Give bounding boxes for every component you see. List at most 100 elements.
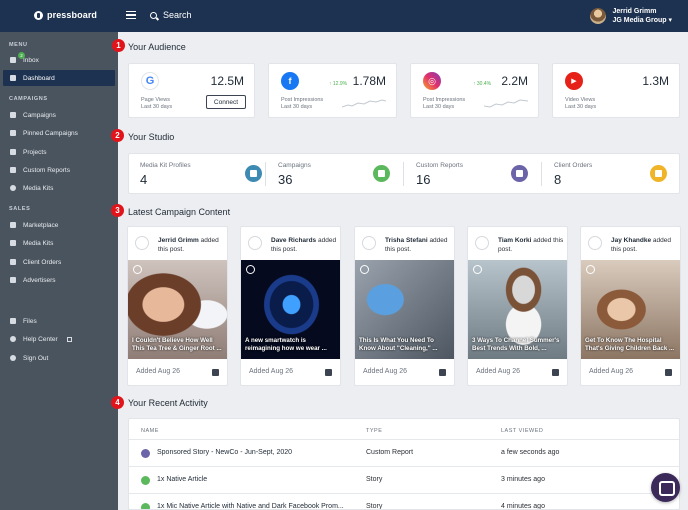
play-icon — [246, 265, 255, 274]
author-name: Jerrid Grimm — [158, 237, 199, 244]
added-date: Added Aug 26 — [249, 368, 293, 375]
step-marker-1: 1 — [112, 39, 125, 52]
step-marker-2: 2 — [111, 129, 124, 142]
post-headline: Get To Know The Hospital That's Giving C… — [585, 337, 675, 352]
activity-title: Your Recent Activity — [128, 398, 208, 408]
youtube-period: Last 30 days — [565, 104, 597, 110]
sidebar-item-label: Inbox — [23, 56, 39, 64]
cart-icon — [10, 259, 16, 265]
post-thumbnail[interactable]: A new smartwatch is reimagining how we w… — [241, 260, 340, 359]
column-header-name[interactable]: NAME — [141, 428, 159, 434]
sidebar-item-custom-reports[interactable]: Custom Reports — [3, 162, 115, 178]
row-type: Story — [366, 503, 383, 510]
content-card[interactable]: Jerrid Grimm added this post. I Couldn't… — [127, 226, 228, 386]
sidebar-item-media-kits-sales[interactable]: Media Kits — [3, 235, 115, 251]
sidebar-item-media-kits[interactable]: Media Kits — [3, 180, 115, 196]
content-card[interactable]: Jay Khandke added this post. Get To Know… — [580, 226, 681, 386]
play-icon — [473, 265, 482, 274]
studio-item-media-kit-profiles[interactable]: Media Kit Profiles 4 — [140, 154, 262, 194]
pressboard-logo[interactable]: pressboard — [34, 10, 97, 20]
sidebar-item-label: Advertisers — [23, 276, 56, 284]
briefcase-icon — [10, 277, 16, 283]
pressboard-logo-icon — [34, 10, 43, 20]
studio-item-client-orders[interactable]: Client Orders 8 — [554, 154, 674, 194]
select-circle[interactable] — [248, 236, 262, 250]
post-thumbnail[interactable]: This Is What You Need To Know About "Cle… — [355, 260, 454, 359]
row-name[interactable]: 1x Mic Native Article with Native and Da… — [157, 503, 344, 509]
row-name[interactable]: Sponsored Story - NewCo - Jun-Sept, 2020 — [157, 449, 292, 456]
sidebar-item-pinned-campaigns[interactable]: Pinned Campaigns — [3, 125, 115, 141]
search-button[interactable]: Search — [150, 10, 192, 20]
content-card[interactable]: Tiam Korki added this post. 3 Ways To Ch… — [467, 226, 568, 386]
profile-icon — [245, 165, 262, 182]
external-link-icon — [66, 336, 72, 342]
sidebar-item-label: Custom Reports — [23, 166, 70, 174]
sidebar-item-label: Marketplace — [23, 221, 59, 229]
sidebar-item-label: Help Center — [23, 335, 58, 343]
megaphone-icon — [10, 112, 16, 118]
select-circle[interactable] — [588, 236, 602, 250]
facebook-label: Post Impressions — [281, 97, 324, 103]
post-headline: 3 Ways To Channel Summer's Best Trends W… — [472, 337, 560, 352]
post-thumbnail[interactable]: 3 Ways To Channel Summer's Best Trends W… — [468, 260, 567, 359]
studio-label: Media Kit Profiles — [140, 162, 191, 169]
sidebar-item-campaigns[interactable]: Campaigns — [3, 107, 115, 123]
row-type: Story — [366, 476, 383, 483]
image-icon — [212, 369, 219, 376]
table-row[interactable]: 1x Mic Native Article with Native and Da… — [129, 493, 679, 510]
sidebar-item-inbox[interactable]: 2 Inbox — [3, 52, 115, 68]
sidebar-item-sign-out[interactable]: Sign Out — [3, 350, 115, 366]
image-icon — [325, 369, 332, 376]
sidebar-item-help-center[interactable]: Help Center — [3, 331, 115, 347]
power-icon — [10, 355, 16, 361]
report-icon — [141, 449, 150, 458]
row-type: Custom Report — [366, 449, 414, 456]
content-card[interactable]: Dave Richards added this post. A new sma… — [240, 226, 341, 386]
hamburger-menu-icon[interactable] — [126, 11, 136, 19]
studio-count: 36 — [278, 172, 293, 187]
user-menu[interactable]: Jerrid Grimm JG Media Group ▾ — [590, 7, 672, 25]
connect-button[interactable]: Connect — [206, 95, 246, 109]
added-date: Added Aug 26 — [589, 368, 633, 375]
author-name: Trisha Stefani — [385, 237, 428, 244]
studio-item-custom-reports[interactable]: Custom Reports 16 — [416, 154, 536, 194]
facebook-change: ↑ 12.9% — [329, 81, 348, 87]
google-icon: G — [141, 72, 159, 90]
divider — [403, 162, 404, 186]
post-thumbnail[interactable]: I Couldn't Believe How Well This Tea Tre… — [128, 260, 227, 359]
google-card: G 12.5M Page Views Last 30 days Connect — [128, 63, 255, 118]
post-thumbnail[interactable]: Get To Know The Hospital That's Giving C… — [581, 260, 680, 359]
sidebar-item-label: Dashboard — [23, 74, 55, 82]
added-date: Added Aug 26 — [136, 368, 180, 375]
campaign-icon — [373, 165, 390, 182]
sidebar-item-advertisers[interactable]: Advertisers — [3, 272, 115, 288]
select-circle[interactable] — [475, 236, 489, 250]
sidebar-item-dashboard[interactable]: Dashboard — [3, 70, 115, 86]
select-circle[interactable] — [362, 236, 376, 250]
google-period: Last 30 days — [141, 104, 173, 110]
youtube-value: 1.3M — [642, 74, 669, 88]
row-last-viewed: 4 minutes ago — [501, 503, 545, 510]
studio-item-campaigns[interactable]: Campaigns 36 — [278, 154, 398, 194]
search-icon — [150, 11, 157, 19]
post-headline: A new smartwatch is reimagining how we w… — [245, 337, 327, 352]
facebook-value: 1.78M — [352, 74, 386, 88]
org-name: JG Media Group ▾ — [612, 17, 672, 24]
table-row[interactable]: 1x Native Article Story 3 minutes ago — [129, 466, 679, 493]
column-header-last-viewed[interactable]: LAST VIEWED — [501, 428, 543, 434]
table-row[interactable]: Sponsored Story - NewCo - Jun-Sept, 2020… — [129, 439, 679, 466]
chat-launcher-button[interactable] — [651, 473, 680, 502]
sidebar-item-marketplace[interactable]: Marketplace — [3, 217, 115, 233]
facebook-period: Last 30 days — [281, 104, 313, 110]
column-header-type[interactable]: TYPE — [366, 428, 382, 434]
sidebar-item-projects[interactable]: Projects — [3, 144, 115, 160]
sidebar-item-label: Client Orders — [23, 258, 62, 266]
sidebar-item-files[interactable]: Files — [3, 313, 115, 329]
row-name[interactable]: 1x Native Article — [157, 476, 207, 483]
sales-heading: SALES — [9, 206, 31, 212]
audience-title: Your Audience — [128, 42, 186, 52]
sidebar-item-client-orders[interactable]: Client Orders — [3, 254, 115, 270]
sidebar-item-label: Pinned Campaigns — [23, 129, 78, 137]
select-circle[interactable] — [135, 236, 149, 250]
content-card[interactable]: Trisha Stefani added this post. This Is … — [354, 226, 455, 386]
